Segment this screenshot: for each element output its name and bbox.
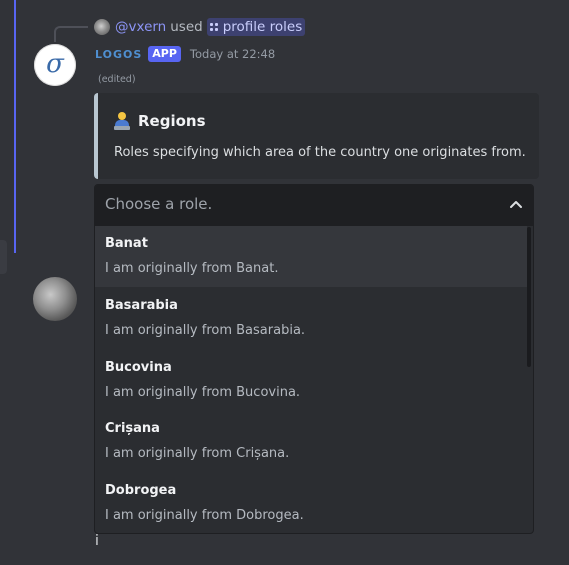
user-avatar[interactable] (33, 277, 77, 321)
command-name: profile roles (222, 19, 303, 35)
option-label: Bucovina (105, 360, 172, 375)
app-badge: APP (148, 46, 181, 62)
select-options-list: Banat I am originally from Banat. Basara… (95, 226, 527, 533)
embed-description: Roles specifying which area of the count… (114, 145, 526, 160)
select-trigger[interactable]: Choose a role. (95, 185, 533, 226)
embed-title-row: Regions (114, 112, 206, 130)
select-option-crisana[interactable]: Crișana I am originally from Crișana. (95, 411, 527, 472)
bot-name[interactable]: LOGOS (95, 48, 142, 61)
side-tab (0, 240, 7, 274)
select-option-bucovina[interactable]: Bucovina I am originally from Bucovina. (95, 350, 527, 411)
command-reply[interactable]: @vxern used profile roles (94, 17, 306, 37)
option-label: Basarabia (105, 298, 178, 313)
option-label: Dobrogea (105, 483, 177, 498)
edited-label: (edited) (98, 74, 136, 85)
embed-title: Regions (138, 112, 206, 130)
select-option-dobrogea[interactable]: Dobrogea I am originally from Dobrogea. (95, 473, 527, 533)
option-label: Crișana (105, 421, 160, 436)
bot-avatar[interactable]: σ (34, 44, 76, 86)
reply-spine (54, 26, 88, 42)
composer-text: i (95, 533, 99, 549)
options-scrollbar[interactable] (527, 227, 531, 367)
reply-username[interactable]: @vxern (115, 19, 166, 35)
option-label: Banat (105, 236, 148, 251)
message-header: LOGOS APP Today at 22:48 (95, 44, 275, 64)
embed-card: Regions Roles specifying which area of t… (94, 93, 539, 179)
option-description: I am originally from Dobrogea. (105, 508, 304, 523)
role-select-menu[interactable]: Choose a role. Banat I am originally fro… (94, 184, 534, 534)
user-avatar-mini (94, 19, 110, 35)
command-pill[interactable]: profile roles (206, 18, 306, 36)
select-option-basarabia[interactable]: Basarabia I am originally from Basarabia… (95, 288, 527, 349)
chat-view: @vxern used profile roles σ LOGOS APP To… (0, 0, 569, 565)
message-timestamp[interactable]: Today at 22:48 (190, 47, 275, 61)
select-placeholder: Choose a role. (105, 195, 213, 213)
slash-command-icon (209, 22, 219, 32)
option-description: I am originally from Banat. (105, 261, 279, 276)
option-description: I am originally from Basarabia. (105, 323, 306, 338)
chevron-up-icon[interactable] (509, 198, 523, 212)
technologist-emoji-icon (114, 112, 130, 130)
message-highlight-bar (14, 0, 16, 253)
option-description: I am originally from Bucovina. (105, 385, 301, 400)
select-option-banat[interactable]: Banat I am originally from Banat. (95, 226, 527, 287)
option-description: I am originally from Crișana. (105, 446, 290, 461)
reply-verb: used (170, 19, 203, 35)
